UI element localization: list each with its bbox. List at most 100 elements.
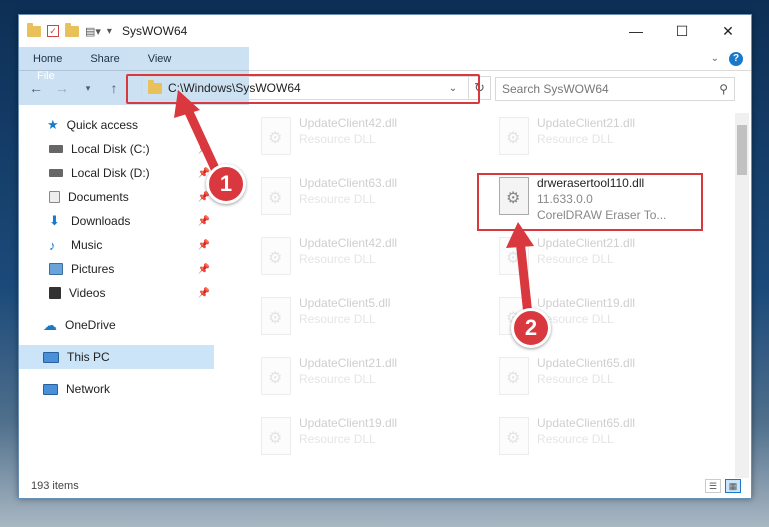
list-item[interactable]: UpdateClient65.dll Resource DLL [499,415,729,473]
details-view-icon[interactable]: ☰ [705,479,721,493]
file-type: Resource DLL [537,372,614,386]
quick-access-toolbar: ✓ ▤▾ ▾ [27,22,112,38]
new-folder-icon[interactable] [65,22,79,37]
customize-toolbar-icon[interactable]: ▾ [107,26,112,37]
sidebar-item-label: Local Disk (D:) [71,166,150,180]
ribbon: File Home Share View ⌄ ? [19,47,751,105]
close-button[interactable]: ✕ [705,15,751,47]
list-item[interactable]: UpdateClient63.dll Resource DLL [261,175,491,233]
file-type: Resource DLL [299,372,376,386]
file-name: UpdateClient19.dll [537,296,636,310]
tiles-view-icon[interactable]: ▦ [725,479,741,493]
pictures-icon [49,263,63,275]
file-highlight-box [477,173,703,231]
sidebar-item-onedrive[interactable]: ☁ OneDrive [19,313,214,337]
file-name: UpdateClient42.dll [299,116,398,130]
list-item[interactable]: UpdateClient42.dll Resource DLL [261,235,491,293]
dll-file-icon [261,297,291,335]
pin-icon: 📌 [197,143,210,155]
sidebar-item-videos[interactable]: Videos 📌 [19,281,214,305]
sidebar-item-label: Pictures [71,262,115,276]
file-type: Resource DLL [537,132,614,146]
dll-file-icon [499,117,529,155]
title-bar: ✓ ▤▾ ▾ SysWOW64 — ☐ ✕ [19,15,751,47]
file-name: UpdateClient63.dll [299,176,398,190]
cloud-icon: ☁ [43,316,57,333]
list-item[interactable]: UpdateClient19.dll Resource DLL [261,415,491,473]
file-name: UpdateClient21.dll [299,356,398,370]
dll-file-icon [261,357,291,395]
file-list: UpdateClient42.dll Resource DLL UpdateCli… [233,113,729,473]
file-type: Resource DLL [537,252,614,266]
sidebar-item-quick-access[interactable]: ★ Quick access [19,113,214,137]
music-icon: ♪ [49,237,56,253]
maximize-button[interactable]: ☐ [659,15,705,47]
status-bar: 193 items ☰ ▦ [19,474,751,498]
file-name: UpdateClient65.dll [537,356,636,370]
drive-icon [49,169,63,177]
explorer-window: ✓ ▤▾ ▾ SysWOW64 — ☐ ✕ File Home Share Vi… [18,14,752,499]
list-item[interactable]: UpdateClient21.dll Resource DLL [261,355,491,413]
file-type: Resource DLL [299,432,376,446]
pin-icon: 📌 [197,215,210,227]
videos-icon [49,287,61,299]
dll-file-icon [261,417,291,455]
dll-file-icon [261,177,291,215]
scrollbar-thumb[interactable] [737,125,747,175]
sidebar-item-music[interactable]: ♪ Music 📌 [19,233,214,257]
dll-file-icon [499,417,529,455]
search-icon: ⚲ [719,82,728,96]
sidebar-item-label: Documents [68,190,129,204]
expand-ribbon-icon[interactable]: ⌄ [711,53,719,64]
folder-icon [27,22,41,37]
file-name: UpdateClient42.dll [299,236,398,250]
properties-icon[interactable]: ✓ [47,25,59,37]
dll-file-icon [499,357,529,395]
list-item[interactable]: UpdateClient65.dll Resource DLL [499,355,729,413]
sidebar-item-network[interactable]: Network [19,377,214,401]
help-icon[interactable]: ? [729,51,743,66]
address-highlight-box [126,74,480,104]
sidebar-item-this-pc[interactable]: This PC [19,345,214,369]
navigation-pane: ★ Quick access Local Disk (C:) 📌 Local D… [19,113,214,473]
drive-icon [49,145,63,153]
step-2-badge: 2 [511,308,551,348]
list-item[interactable]: UpdateClient5.dll Resource DLL [261,295,491,353]
file-name: UpdateClient65.dll [537,416,636,430]
window-title: SysWOW64 [121,24,188,38]
file-type: Resource DLL [537,312,614,326]
sidebar-item-label: Videos [69,286,106,300]
pin-icon: 📌 [197,287,210,299]
minimize-button[interactable]: — [613,15,659,47]
sidebar-item-pictures[interactable]: Pictures 📌 [19,257,214,281]
vertical-scrollbar[interactable] [735,113,749,478]
sidebar-item-label: Network [66,382,111,396]
list-item[interactable]: UpdateClient21.dll Resource DLL [499,235,729,293]
sidebar-item-label: Quick access [66,118,139,132]
dll-file-icon [261,237,291,275]
star-icon: ★ [47,117,59,132]
list-item[interactable]: UpdateClient42.dll Resource DLL [261,115,491,173]
item-count: 193 items [31,480,79,492]
sidebar-item-local-disk-c[interactable]: Local Disk (C:) 📌 [19,137,214,161]
pin-icon: 📌 [197,263,210,275]
sidebar-item-label: Downloads [71,214,131,228]
sidebar-item-label: OneDrive [65,318,116,332]
file-type: Resource DLL [299,252,376,266]
file-name: UpdateClient19.dll [299,416,398,430]
search-input[interactable]: Search SysWOW64 ⚲ [495,77,735,101]
sidebar-item-documents[interactable]: Documents 📌 [19,185,214,209]
sidebar-item-label: Local Disk (C:) [71,142,150,156]
file-name: UpdateClient21.dll [537,116,636,130]
view-icon[interactable]: ▤▾ [85,25,101,38]
sidebar-item-local-disk-d[interactable]: Local Disk (D:) 📌 [19,161,214,185]
file-name: UpdateClient5.dll [299,296,391,310]
sidebar-item-downloads[interactable]: ⬇ Downloads 📌 [19,209,214,233]
file-type: Resource DLL [299,312,376,326]
sidebar-item-label: This PC [67,350,110,364]
pin-icon: 📌 [197,239,210,251]
dll-file-icon [499,237,529,275]
computer-icon [43,351,59,363]
file-name: UpdateClient21.dll [537,236,636,250]
list-item[interactable]: UpdateClient21.dll Resource DLL [499,115,729,173]
